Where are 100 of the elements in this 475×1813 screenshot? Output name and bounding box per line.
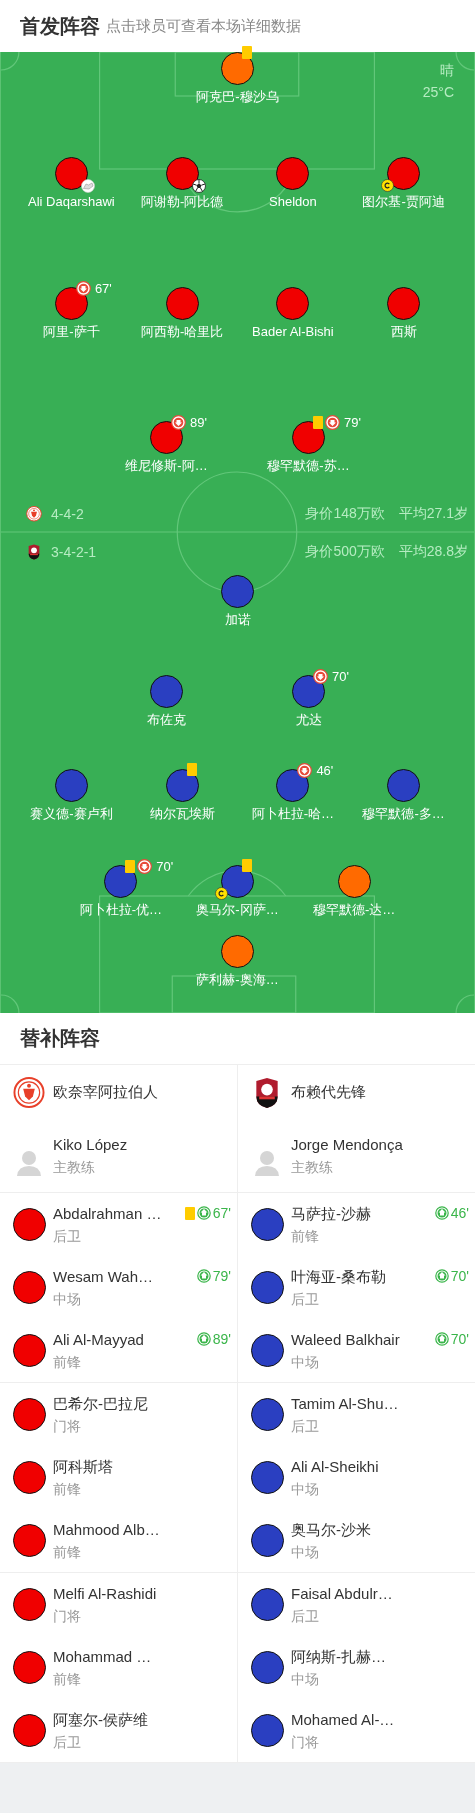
coach-name[interactable]: Jorge Mendonça	[291, 1136, 403, 1154]
team-crest-icon	[26, 544, 42, 560]
player-marker[interactable]	[251, 1334, 284, 1367]
player-name[interactable]: Ali Al-Mayyad	[53, 1330, 144, 1349]
player-position: 门将	[53, 1416, 82, 1435]
section-title: 首发阵容	[20, 13, 100, 39]
player-marker[interactable]	[292, 421, 325, 454]
player-marker[interactable]	[251, 1651, 284, 1684]
player-name[interactable]: 巴希尔-巴拉尼	[53, 1394, 148, 1413]
player-marker[interactable]	[251, 1208, 284, 1241]
player-marker[interactable]	[251, 1588, 284, 1621]
player-name[interactable]: Mohammad …	[53, 1647, 152, 1666]
weather-condition: 晴	[440, 62, 454, 80]
coach-name[interactable]: Kiko López	[53, 1136, 128, 1154]
sub-out-icon	[325, 415, 340, 430]
player-marker[interactable]	[54, 769, 88, 802]
player-position: 中场	[53, 1289, 82, 1308]
player-position: 后卫	[53, 1226, 82, 1245]
player-marker[interactable]	[292, 675, 325, 708]
market-value: 身价500万欧	[305, 543, 385, 561]
sub-out-icon	[137, 859, 153, 874]
player-marker[interactable]	[251, 1524, 284, 1557]
player-name[interactable]: Mahmood Alb…	[53, 1520, 160, 1539]
player-marker[interactable]	[387, 287, 421, 320]
player-marker[interactable]	[165, 769, 199, 802]
sub-in-icon	[196, 1206, 211, 1220]
sub-minute: 67'	[212, 1205, 231, 1221]
player-marker[interactable]	[276, 287, 310, 320]
player-marker[interactable]	[54, 157, 88, 190]
player-name[interactable]: Wesam Wah…	[53, 1267, 154, 1286]
sub-minute: 70'	[450, 1331, 469, 1347]
player-marker[interactable]	[150, 421, 183, 454]
player-position: 门将	[291, 1732, 320, 1751]
player-marker[interactable]	[13, 1651, 46, 1684]
player-marker[interactable]	[387, 769, 421, 802]
player-marker[interactable]	[13, 1524, 46, 1557]
player-marker[interactable]	[13, 1714, 46, 1747]
player-marker[interactable]	[221, 575, 254, 608]
player-position: 后卫	[291, 1416, 320, 1435]
player-name[interactable]: Waleed Balkhair	[291, 1330, 400, 1349]
player-name[interactable]: Mohamed Al-…	[291, 1710, 395, 1729]
player-marker[interactable]	[276, 769, 310, 802]
player-name[interactable]: 马萨拉-沙赫	[291, 1204, 371, 1223]
team-name[interactable]: 欧奈宰阿拉伯人	[53, 1083, 158, 1102]
player-name[interactable]: 叶海亚-桑布勒	[291, 1267, 386, 1286]
formation: 3-4-2-1	[51, 544, 98, 560]
player-name[interactable]: Faisal Abdulr…	[291, 1584, 393, 1603]
player-marker[interactable]	[104, 865, 138, 898]
player-marker[interactable]	[276, 157, 310, 190]
player-marker[interactable]	[251, 1714, 284, 1747]
player-name[interactable]: 阿塞尔-侯萨维	[53, 1710, 148, 1729]
sub-in-icon	[434, 1206, 449, 1220]
player-marker[interactable]	[387, 157, 421, 190]
player-marker[interactable]	[13, 1271, 46, 1304]
player-marker[interactable]	[13, 1398, 46, 1431]
coach-avatar-icon	[254, 1150, 280, 1176]
player-name[interactable]: 阿纳斯-扎赫…	[291, 1647, 386, 1666]
player-marker[interactable]	[13, 1588, 46, 1621]
sub-minute: 46'	[450, 1205, 469, 1221]
player-marker[interactable]	[13, 1461, 46, 1494]
player-name[interactable]: Tamim Al-Shu…	[291, 1394, 399, 1413]
average-age: 平均28.8岁	[398, 543, 468, 561]
team-name[interactable]: 布赖代先锋	[291, 1083, 366, 1102]
captain-icon	[215, 887, 228, 900]
player-marker[interactable]	[13, 1334, 46, 1367]
player-marker[interactable]	[251, 1461, 284, 1494]
player-position: 后卫	[53, 1732, 82, 1751]
player-marker[interactable]	[251, 1398, 284, 1431]
sub-minute: 46'	[316, 763, 334, 778]
player-marker[interactable]	[54, 287, 88, 320]
average-age: 平均27.1岁	[398, 505, 468, 523]
player-position: 前锋	[291, 1226, 320, 1245]
sub-minute: 70'	[156, 859, 174, 874]
player-marker[interactable]	[165, 287, 199, 320]
captain-icon	[381, 179, 395, 192]
player-position: 中场	[291, 1352, 320, 1371]
player-marker[interactable]	[337, 865, 371, 898]
sub-minute: 89'	[190, 415, 207, 430]
player-marker[interactable]	[165, 157, 199, 190]
player-name[interactable]: Melfi Al-Rashidi	[53, 1584, 157, 1603]
booking-card-icon	[186, 763, 197, 776]
player-marker[interactable]	[221, 935, 254, 968]
sub-in-icon	[434, 1332, 449, 1346]
sub-out-icon	[297, 763, 313, 778]
player-marker[interactable]	[13, 1208, 46, 1241]
sub-minute: 79'	[212, 1268, 231, 1284]
section-subtitle: 点击球员可查看本场详细数据	[106, 16, 301, 36]
player-marker[interactable]	[221, 52, 254, 85]
coach-role: 主教练	[291, 1158, 334, 1176]
player-name[interactable]: Abdalrahman …	[53, 1204, 162, 1223]
sub-minute: 79'	[344, 415, 361, 430]
sub-minute: 70'	[450, 1268, 469, 1284]
player-name[interactable]: 奥马尔-沙米	[291, 1520, 371, 1539]
player-name[interactable]: Ali Al-Sheikhi	[291, 1457, 379, 1476]
boot-icon	[80, 179, 95, 193]
player-marker[interactable]	[251, 1271, 284, 1304]
player-position: 门将	[53, 1606, 82, 1625]
section-title: 替补阵容	[20, 1026, 100, 1051]
player-marker[interactable]	[150, 675, 183, 708]
player-name[interactable]: 阿科斯塔	[53, 1457, 113, 1476]
